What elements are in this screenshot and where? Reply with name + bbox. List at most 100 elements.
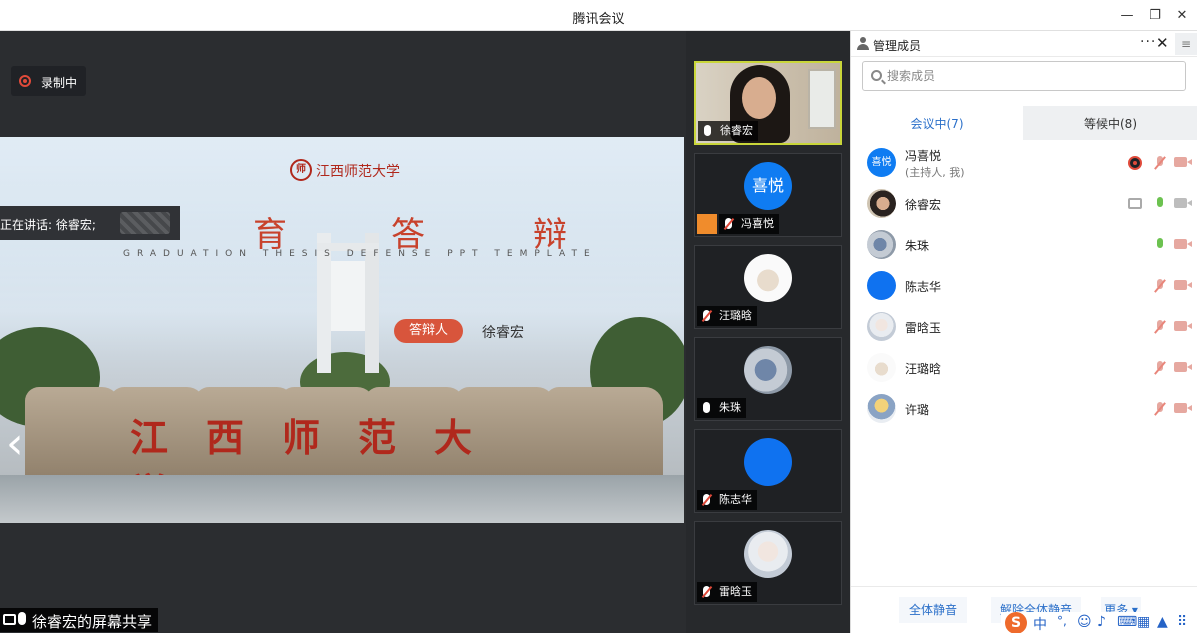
camera-off-icon[interactable] [1174, 362, 1192, 372]
screen-icon [3, 614, 16, 625]
main-stage: 录制中 江西师范大学 师 江西师范大学 育 答 辩 GRADUAT [0, 31, 686, 633]
participant-avatar [744, 346, 792, 394]
camera-off-icon[interactable] [1174, 157, 1192, 167]
slide-subtitle: GRADUATION THESIS DEFENSE PPT TEMPLATE [123, 249, 597, 259]
member-name: 汪璐晗 [905, 362, 942, 376]
video-tile[interactable]: 雷晗玉 [694, 521, 842, 605]
ime-skin-icon[interactable]: ▲ [1157, 614, 1168, 630]
close-panel-icon[interactable]: ✕ [1156, 34, 1169, 52]
ime-emoji-icon[interactable]: ☺ [1077, 614, 1092, 630]
video-tile[interactable]: 陈志华 [694, 429, 842, 513]
panel-header: 管理成员 ··· ✕ ≡ [851, 31, 1197, 57]
recording-icon [1128, 156, 1142, 170]
ime-menu-icon[interactable]: ⠿ [1177, 614, 1187, 630]
member-name: 许璐 [905, 403, 930, 417]
mic-off-icon[interactable] [1153, 279, 1167, 293]
member-avatar [867, 271, 896, 300]
share-owner-label: 徐睿宏的屏幕共享 [32, 613, 153, 631]
recording-indicator[interactable]: 录制中 [11, 66, 86, 96]
video-tile[interactable]: 汪璐晗 [694, 245, 842, 329]
member-row[interactable]: 雷晗玉 [851, 309, 1197, 345]
member-name: 陈志华 [905, 280, 942, 294]
panel-title: 管理成员 [873, 39, 922, 53]
video-tile-name: 汪璐晗 [697, 306, 757, 326]
member-avatar [867, 230, 896, 259]
window-title: 腾讯会议 [572, 12, 625, 27]
member-search[interactable] [862, 61, 1186, 91]
camera-off-icon[interactable] [1174, 239, 1192, 249]
search-icon [871, 70, 882, 81]
search-input[interactable] [887, 66, 1177, 86]
member-avatar [867, 312, 896, 341]
camera-icon[interactable] [1174, 198, 1192, 208]
restore-icon[interactable]: ❐ [1145, 6, 1165, 26]
mic-icon [703, 402, 710, 413]
participant-avatar [744, 254, 792, 302]
video-tile-name: 朱珠 [697, 398, 746, 418]
minimize-icon[interactable]: — [1117, 6, 1137, 26]
ime-punct-icon[interactable]: °, [1057, 614, 1067, 628]
participant-avatar: 喜悦 [744, 162, 792, 210]
mic-off-icon [703, 310, 710, 321]
member-name: 徐睿宏 [905, 198, 942, 212]
member-name: 雷晗玉 [905, 321, 942, 335]
mic-icon[interactable] [1153, 197, 1167, 211]
menu-icon[interactable]: ≡ [1175, 33, 1197, 55]
mic-icon [704, 125, 711, 136]
video-strip: 徐睿宏 喜悦 冯喜悦 汪璐晗 朱珠 陈志华 雷晗玉 [686, 31, 850, 633]
mic-icon [18, 612, 26, 625]
defender-badge: 答辩人 [394, 319, 463, 343]
video-tile[interactable]: 徐睿宏 [694, 61, 842, 145]
mic-off-icon [725, 218, 732, 229]
mute-all-button[interactable]: 全体静音 [899, 597, 967, 623]
video-tile-name: 雷晗玉 [697, 582, 757, 602]
slide-ground [0, 475, 684, 523]
ime-keyboard-icon[interactable]: ⌨ [1117, 614, 1137, 630]
user-icon [857, 37, 869, 50]
video-tile[interactable]: 朱珠 [694, 337, 842, 421]
camera-off-icon[interactable] [1174, 403, 1192, 413]
video-tile-name: 陈志华 [697, 490, 757, 510]
defender-name: 徐睿宏 [482, 325, 524, 341]
mic-icon[interactable] [1153, 238, 1167, 252]
video-tile[interactable]: 喜悦 冯喜悦 [694, 153, 842, 237]
screen-share-icon [1128, 198, 1142, 209]
member-avatar [867, 189, 896, 218]
member-name: 冯喜悦 [905, 149, 942, 163]
mic-off-icon[interactable] [1153, 361, 1167, 375]
participant-avatar [744, 530, 792, 578]
more-icon[interactable]: ··· [1140, 34, 1156, 50]
member-role: (主持人, 我) [905, 166, 965, 179]
video-tile-name: 徐睿宏 [698, 121, 758, 141]
video-tile-name: 冯喜悦 [719, 214, 779, 234]
mic-off-icon[interactable] [1153, 320, 1167, 334]
tab-waiting[interactable]: 等候中(8) [1023, 106, 1197, 140]
mic-off-icon[interactable] [1153, 402, 1167, 416]
record-icon [19, 75, 31, 87]
ime-logo-icon: S [1005, 612, 1027, 633]
member-row[interactable]: 徐睿宏 [851, 186, 1197, 222]
mic-off-icon [703, 586, 710, 597]
member-row[interactable]: 朱珠 [851, 227, 1197, 263]
university-seal-icon: 师 [290, 159, 312, 181]
tab-in-meeting[interactable]: 会议中(7) [851, 106, 1023, 140]
mic-off-icon [703, 494, 710, 505]
shared-slide: 江西师范大学 师 江西师范大学 育 答 辩 GRADUATION THESIS … [0, 137, 684, 523]
ime-voice-icon[interactable]: ♪ [1097, 614, 1106, 630]
prev-slide-icon[interactable]: ‹ [6, 422, 36, 472]
camera-off-icon[interactable] [1174, 321, 1192, 331]
member-avatar [867, 353, 896, 382]
camera-off-icon[interactable] [1174, 280, 1192, 290]
members-panel: 管理成员 ··· ✕ ≡ 会议中(7) 等候中(8) 喜悦 冯喜悦 (主持人, … [850, 31, 1197, 633]
ime-mode[interactable]: 中 [1033, 614, 1047, 633]
mic-off-icon[interactable] [1153, 156, 1167, 170]
host-icon [697, 214, 717, 234]
member-row[interactable]: 喜悦 冯喜悦 (主持人, 我) [851, 145, 1197, 181]
ime-tools-icon[interactable]: ▦ [1137, 614, 1150, 630]
close-icon[interactable]: ✕ [1172, 6, 1192, 26]
member-row[interactable]: 汪璐晗 [851, 350, 1197, 386]
member-row[interactable]: 许璐 [851, 391, 1197, 427]
member-tabs: 会议中(7) 等候中(8) [851, 106, 1197, 140]
speaking-label: 正在讲话: 徐睿宏; [0, 218, 96, 232]
member-row[interactable]: 陈志华 [851, 268, 1197, 304]
